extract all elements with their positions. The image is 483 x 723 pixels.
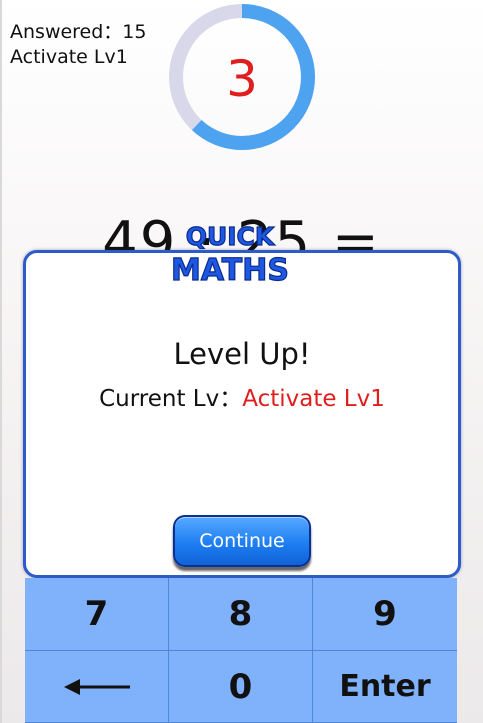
dialog-level-value: Activate Lv1 xyxy=(242,386,385,412)
backspace-arrow-icon xyxy=(63,678,130,695)
current-level: Activate Lv1 xyxy=(10,46,128,68)
answered-count: Answered：15 xyxy=(10,21,147,43)
logo-line-maths: MATHS xyxy=(171,253,289,288)
continue-button[interactable]: Continue xyxy=(173,515,311,567)
key-0[interactable]: 0 xyxy=(169,651,313,723)
dialog-level-line: Current Lv：Activate Lv1 xyxy=(23,379,461,413)
dialog-title: Level Up! xyxy=(173,337,311,371)
backspace-key[interactable]: ← xyxy=(25,651,169,723)
countdown-value: 3 xyxy=(226,50,258,108)
screen-edge-divider xyxy=(0,0,2,723)
enter-key[interactable]: Enter xyxy=(313,651,457,723)
key-7[interactable]: 7 xyxy=(25,578,169,651)
logo-line-quick: QUICK xyxy=(186,222,276,251)
key-8[interactable]: 8 xyxy=(169,578,313,651)
dialog-level-label: Current Lv： xyxy=(99,386,243,412)
key-9[interactable]: 9 xyxy=(313,578,457,651)
numeric-keypad: 7 8 9 ← 0 Enter xyxy=(25,578,457,723)
quick-maths-logo: QUICK MATHS xyxy=(170,221,289,288)
